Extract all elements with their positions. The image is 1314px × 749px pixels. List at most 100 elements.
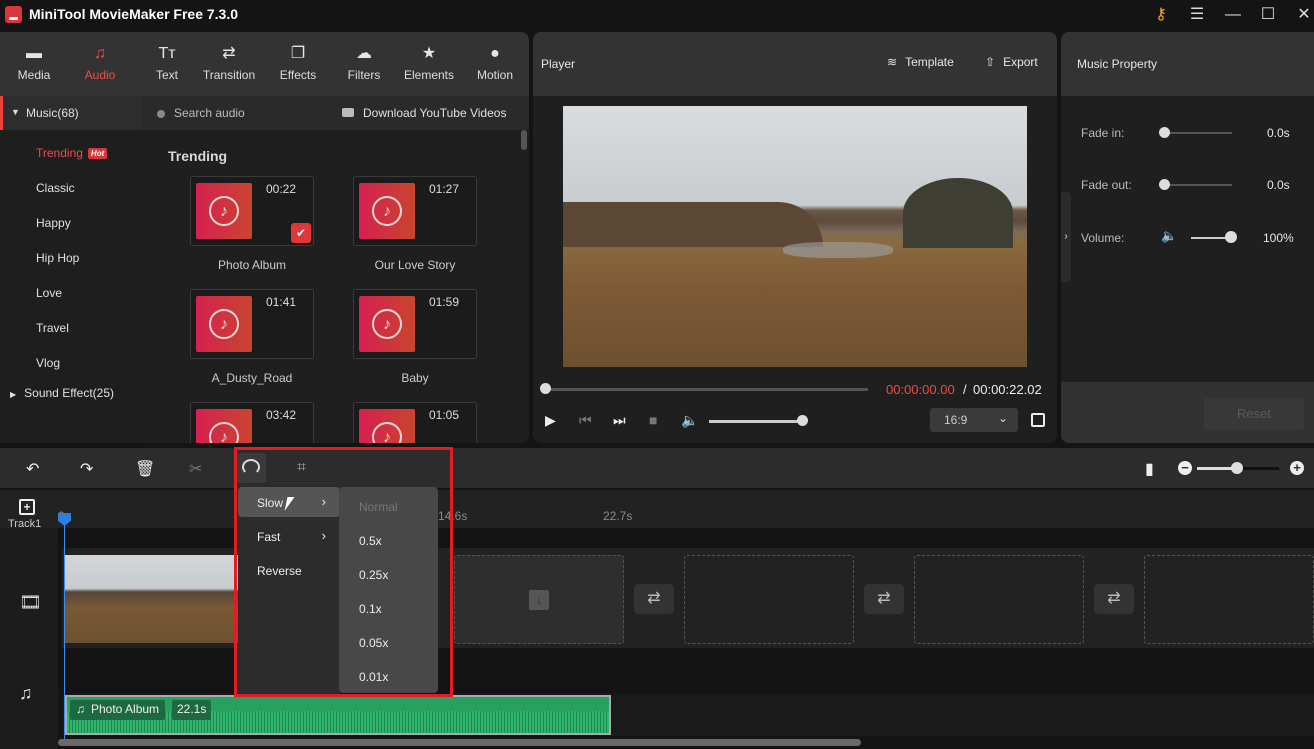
download-icon: ↓ [529,590,549,610]
redo-icon[interactable]: ↷ [80,459,93,479]
category-classic[interactable]: Classic [36,181,75,195]
music-category-header[interactable]: ▼ Music(68) [0,96,142,130]
tab-transition[interactable]: ⇄ Transition [198,32,260,96]
tab-filters[interactable]: ☁ Filters [340,32,388,96]
slow-option-0-5x[interactable]: 0.5x [359,534,382,548]
slow-option-normal: Normal [359,500,398,514]
timeline-ruler[interactable]: 0s 14.6s 22.7s [0,490,1314,528]
slow-option-0-05x[interactable]: 0.05x [359,636,388,650]
zoom-in-icon[interactable]: + [1290,461,1304,475]
audio-card[interactable]: ♪ 01:27 [353,176,477,246]
transition-button[interactable]: ⇄ [864,584,904,614]
fade-out-label: Fade out: [1081,178,1132,192]
category-trending[interactable]: Trending Hot [36,146,108,160]
fade-in-slider[interactable] [1164,132,1232,134]
category-travel[interactable]: Travel [36,321,69,335]
folder-icon: ▬ [26,45,42,62]
undo-icon[interactable]: ↶ [26,459,39,479]
total-time: 00:00:22.02 [973,382,1042,397]
close-icon[interactable]: ✕ [1293,4,1314,26]
video-track-icon: 🎞 [19,592,42,612]
play-icon[interactable]: ▶ [545,412,556,429]
title-bar: MiniTool MovieMaker Free 7.3.0 ⚷ ☰ — ☐ ✕ [0,0,1314,30]
crop-icon[interactable]: ⌗ [297,459,306,477]
fade-out-handle[interactable] [1159,179,1170,190]
transition-button[interactable]: ⇄ [1094,584,1134,614]
audio-card[interactable]: ♪ 00:22 ✔ [190,176,314,246]
menu-icon[interactable]: ☰ [1186,4,1208,26]
media-drop-slot[interactable]: ↓ [454,555,624,644]
speed-button[interactable] [236,453,266,483]
aspect-ratio-select[interactable]: 16:9 ⌄ [930,408,1018,432]
music-note-icon: ♪ [372,422,402,443]
collapse-panel-handle[interactable]: › [1061,192,1071,282]
checkmark-icon[interactable]: ✔ [291,223,311,243]
tab-elements[interactable]: ★ Elements [401,32,457,96]
media-drop-slot[interactable] [1144,555,1314,644]
fit-timeline-icon[interactable]: ▮ [1145,459,1154,479]
volume-slider[interactable] [709,420,803,423]
tab-motion[interactable]: ● Motion [472,32,518,96]
library-scrollbar[interactable] [521,130,527,150]
maximize-icon[interactable]: ☐ [1257,4,1279,26]
add-track-icon[interactable]: + [19,499,35,515]
reset-button[interactable]: Reset [1204,398,1304,430]
key-icon[interactable]: ⚷ [1150,4,1172,26]
slow-option-0-1x[interactable]: 0.1x [359,602,382,616]
volume-icon: 🔈 [1161,228,1178,243]
caret-down-icon: ▼ [11,107,20,117]
tab-text[interactable]: Tт Text [146,32,188,96]
audio-card[interactable]: ♪ 03:42 [190,402,314,443]
property-volume-handle[interactable] [1225,231,1237,243]
audio-card[interactable]: ♪ 01:41 [190,289,314,359]
seek-handle[interactable] [540,383,551,394]
sound-effect-category[interactable]: ▶ Sound Effect(25) [10,386,114,400]
timeline-scrollbar[interactable] [58,739,861,746]
delete-icon[interactable]: 🗑 [135,459,155,479]
category-hip-hop[interactable]: Hip Hop [36,251,79,265]
seek-bar[interactable] [545,388,868,391]
split-icon[interactable]: ✂ [189,459,202,479]
audio-clip[interactable]: ♫ Photo Album 22.1s [65,695,611,735]
menu-item-fast[interactable]: Fast › [238,521,340,551]
previous-frame-icon[interactable]: ⏮ [579,412,592,429]
video-clip-frame[interactable] [65,555,155,643]
media-tabs: ▬ Media ♫ Audio Tт Text ⇄ Transition ❐ Effect… [0,32,529,96]
filters-icon: ☁ [356,45,372,62]
music-note-icon: ♪ [372,196,402,226]
category-vlog[interactable]: Vlog [36,356,60,370]
category-happy[interactable]: Happy [36,216,71,230]
category-list: ▼ Music(68) Trending Hot Classic Happy Hi… [0,96,142,443]
volume-handle[interactable] [797,415,808,426]
audio-card[interactable]: ♪ 01:59 [353,289,477,359]
video-clip-frame[interactable] [155,555,245,643]
next-frame-icon[interactable]: ⏭ [613,412,626,429]
template-button[interactable]: ≋ Template [887,55,954,69]
fade-out-slider[interactable] [1164,184,1232,186]
section-title: Trending [168,148,228,164]
fullscreen-icon[interactable] [1031,413,1045,427]
fade-in-handle[interactable] [1159,127,1170,138]
stop-icon[interactable]: ■ [649,412,657,428]
layers-icon: ≋ [887,55,898,69]
audio-clip-duration: 22.1s [172,700,212,720]
volume-icon[interactable]: 🔈 [681,412,698,429]
category-love[interactable]: Love [36,286,62,300]
export-button[interactable]: ⇧ Export [985,55,1038,69]
media-drop-slot[interactable] [914,555,1084,644]
tab-media[interactable]: ▬ Media [12,32,56,96]
download-youtube-button[interactable]: Download YouTube Videos [363,106,506,120]
menu-item-reverse[interactable]: Reverse [238,555,340,585]
audio-name: Our Love Story [374,258,456,272]
slow-option-0-25x[interactable]: 0.25x [359,568,388,582]
search-input[interactable]: Search audio [174,106,245,120]
timeline-zoom-handle[interactable] [1231,462,1243,474]
zoom-out-icon[interactable]: − [1178,461,1192,475]
audio-card[interactable]: ♪ 01:05 [353,402,477,443]
media-drop-slot[interactable] [684,555,854,644]
transition-button[interactable]: ⇄ [634,584,674,614]
slow-option-0-01x[interactable]: 0.01x [359,670,388,684]
tab-effects[interactable]: ❐ Effects [274,32,322,96]
minimize-icon[interactable]: — [1222,4,1244,26]
tab-audio[interactable]: ♫ Audio [78,32,122,96]
